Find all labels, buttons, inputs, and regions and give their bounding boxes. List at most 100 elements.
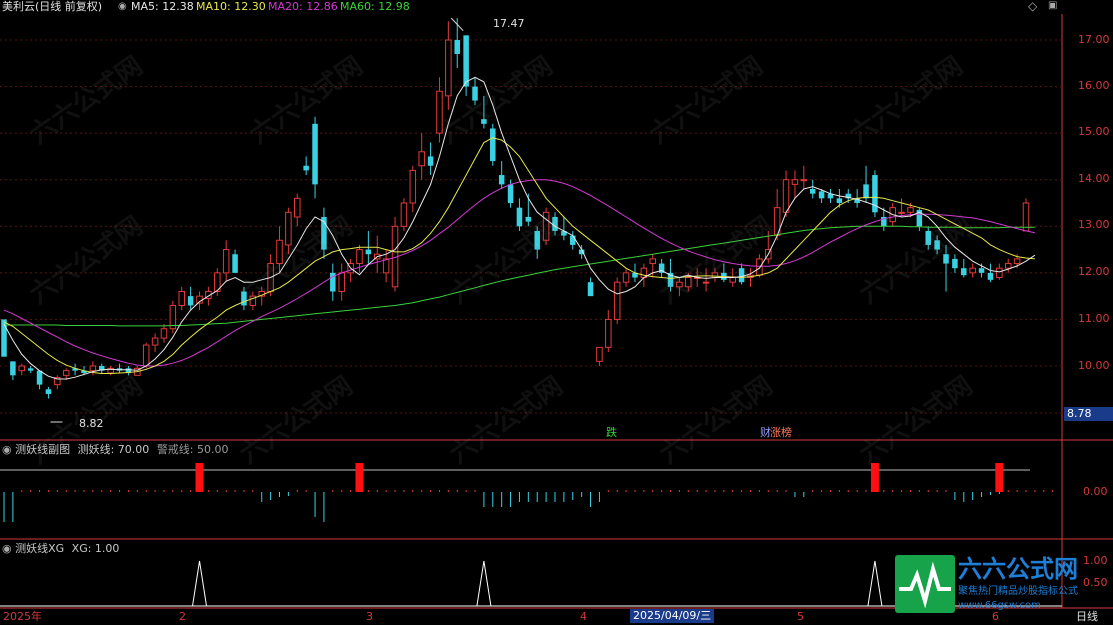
candle-body [356,249,363,265]
candle-body [791,179,799,185]
candle-body [427,156,434,166]
candle-body [836,198,843,203]
candle-body [907,207,914,213]
candle-body [525,216,532,222]
candle-body [818,191,825,199]
candle-body [649,258,657,265]
candle-body [596,346,603,362]
month-label: 3 [366,610,373,623]
candle-body [62,370,70,376]
ma10-label: MA10: 12.30 [196,0,266,13]
candle-body [18,365,26,372]
candle-body [552,216,558,231]
xg-peak [476,560,492,607]
candle-body [45,389,52,394]
price-tick: 17.00 [1078,33,1110,46]
candle-body [338,272,345,292]
brand-logo-icon [895,555,955,613]
candle-body [481,119,487,124]
candle-body [587,282,594,297]
kline-terminal: 六六公式网 六六公式网 六六公式网 六六公式网 六六公式网 六六公式网 六六公式… [0,0,1113,625]
price-tick: 15.00 [1078,125,1110,138]
brand-url: www.66gsw.com [958,600,1041,611]
indicator2-icon: ◉ [2,542,12,555]
candle-body [800,179,808,182]
indicator2-title[interactable]: ◉ 测妖线XG XG: 1.00 [2,542,119,555]
indicator1-warn-value: 警戒线: 50.00 [156,443,229,456]
candle-body [10,361,16,376]
indicator2-value: XG: 1.00 [71,542,120,555]
candle-body [454,40,460,54]
arrow-up-icon[interactable]: ▣ [1048,0,1057,12]
candle-body [312,123,318,185]
indicator1-signal-bar [995,463,1004,492]
candle-body [622,272,630,283]
candle-body [934,240,940,250]
candle-body [782,179,790,213]
candle-body [232,254,238,273]
month-label: 2 [179,610,186,623]
period-label[interactable]: 日线 [1076,611,1098,623]
candle-body [1004,263,1012,269]
indicator1-signal-bar [195,463,204,492]
candle-body [1013,258,1021,265]
candle-body [463,35,469,87]
price-tick: 14.00 [1078,172,1110,185]
indicator2-axis-mid: 0.50 [1083,576,1108,589]
candle-body [542,211,550,241]
price-tick: 12.00 [1078,265,1110,278]
chevron-down-icon[interactable]: ◉ [118,1,127,13]
candle-body [490,128,496,162]
brand-name: 六六公式网 [958,555,1078,583]
month-label: 6 [992,610,999,623]
cursor-date-badge: 2025/04/09/三 [630,609,715,623]
candle-body [952,258,958,269]
ma60-label: MA60: 12.98 [340,0,410,13]
candle-body [570,235,576,245]
candle-body [969,267,976,274]
candle-body [241,291,247,306]
candle-body [996,267,1003,279]
price-tick: 13.00 [1078,218,1110,231]
indicator1-signal-bar [355,463,364,492]
indicator2-axis-top: 1.00 [1083,554,1108,567]
candle-body [676,281,683,288]
candle-body [382,258,390,274]
candle-body [809,189,816,194]
indicator1-axis-zero: 0.00 [1083,485,1108,498]
stock-title: 美利云(日线 前复权) [2,0,103,13]
candle-body [27,368,34,371]
rank-tag: 涨榜 [770,426,792,439]
candle-body [142,344,150,367]
indicator2-name: 测妖线XG [15,542,65,555]
candle-body [685,277,692,288]
candle-body [507,184,514,203]
candle-body [294,197,301,218]
candle-body [472,86,478,101]
kline-chart[interactable] [0,0,1113,625]
month-label: 5 [797,610,804,623]
candle-body [756,258,763,276]
candle-body [978,268,985,273]
gear-icon[interactable]: ◇ [1028,0,1037,12]
candle-body [36,370,43,385]
candle-body [534,230,540,250]
indicator1-signal-bar [870,463,879,492]
candle-body [613,281,621,320]
indicator1-line-value: 测妖线: 70.00 [77,443,150,456]
price-tick: 11.00 [1078,312,1110,325]
candle-body [418,151,425,167]
price-tick: 16.00 [1078,79,1110,92]
current-price-badge: 8.78 [1064,407,1113,421]
heartbeat-icon [899,561,951,609]
indicator1-title[interactable]: ◉ 测妖线副图 测妖线: 70.00 警戒线: 50.00 [2,443,229,456]
ma5-label: MA5: 12.38 [131,0,194,13]
high-price-label: 17.47 [493,17,525,30]
brand-slogan: 聚焦热门精品炒股指标公式 [958,586,1078,597]
candle-body [961,268,967,276]
candle-body [178,290,185,306]
candle-body [863,184,869,199]
candle-body [987,272,994,280]
candle-body [445,39,452,97]
candle-body [160,328,168,339]
